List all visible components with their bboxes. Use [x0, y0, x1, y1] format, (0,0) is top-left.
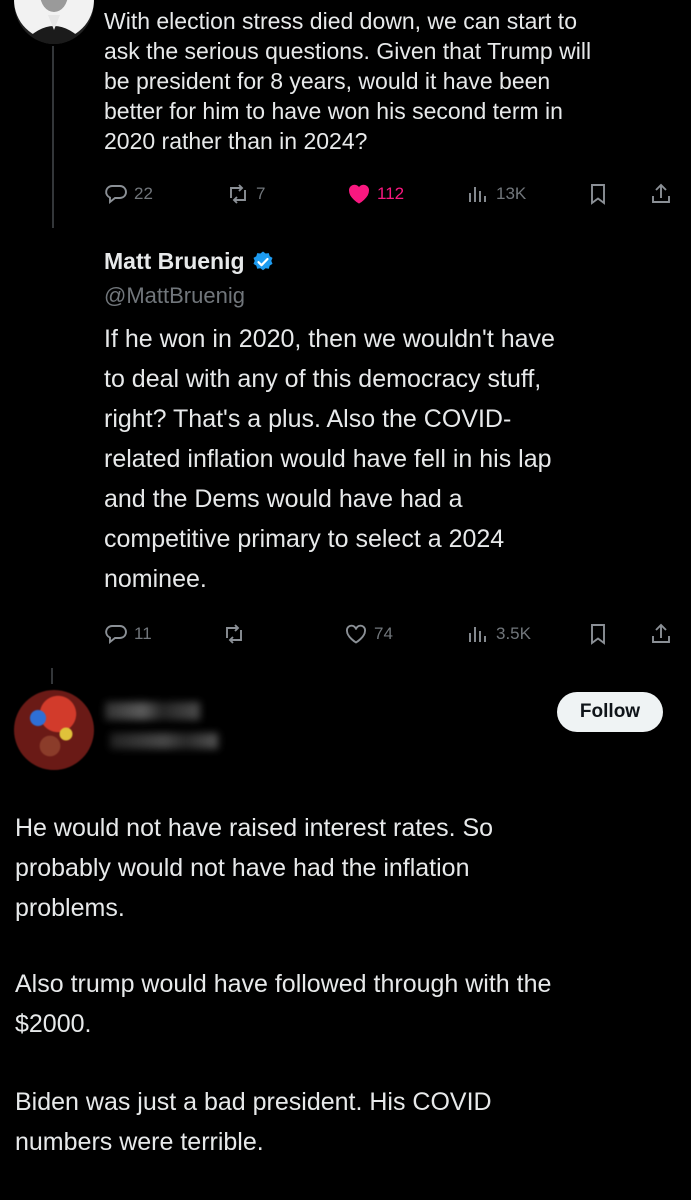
reply-icon [105, 625, 127, 644]
share-icon [652, 623, 670, 643]
avatar[interactable] [14, 0, 94, 44]
tweet-text: With election stress died down, we can s… [104, 8, 592, 154]
verified-badge-icon [253, 251, 273, 270]
views-count: 13K [496, 184, 527, 203]
post-paragraph: Also trump would have followed through w… [15, 970, 552, 1038]
like-button[interactable]: 74 [344, 620, 393, 648]
like-button[interactable]: 112 [347, 180, 404, 208]
share-button[interactable] [649, 180, 673, 208]
views-button[interactable]: 3.5K [466, 620, 531, 648]
post-paragraph: Biden was just a bad president. His COVI… [15, 1088, 492, 1156]
views-button[interactable]: 13K [466, 180, 526, 208]
redacted-handle [110, 733, 218, 749]
bookmark-icon [591, 624, 605, 645]
reply-count: 22 [134, 184, 153, 203]
post-paragraph: He would not have raised interest rates.… [15, 814, 494, 922]
like-count: 112 [377, 184, 405, 203]
views-count: 3.5K [496, 624, 531, 643]
avatar[interactable] [14, 690, 94, 770]
reply-button[interactable]: 11 [104, 620, 152, 648]
repost-button[interactable]: 7 [226, 180, 265, 208]
views-icon [469, 627, 486, 642]
thread-line [52, 46, 54, 228]
views-icon [469, 187, 486, 202]
like-count: 74 [374, 624, 393, 643]
bookmark-button[interactable] [586, 620, 610, 648]
thread-line [51, 668, 53, 684]
share-button[interactable] [649, 620, 673, 648]
tweet-text: If he won in 2020, then we wouldn't have… [104, 325, 555, 593]
author-name[interactable]: Matt Bruenig [104, 248, 245, 275]
repost-button[interactable] [222, 620, 246, 648]
bookmark-icon [591, 184, 605, 205]
heart-icon [349, 184, 369, 204]
heart-icon [346, 624, 366, 644]
reply-button[interactable]: 22 [104, 180, 153, 208]
repost-icon [226, 624, 242, 644]
author-name-row[interactable]: Matt Bruenig [104, 248, 275, 275]
follow-button[interactable]: Follow [557, 692, 663, 732]
redacted-display-name [105, 702, 200, 720]
reply-count: 11 [134, 624, 152, 643]
tweet-action-bar: 11 74 3.5K [104, 620, 676, 648]
author-handle[interactable]: @MattBruenig [104, 283, 245, 309]
tweet-action-bar: 22 7 112 13K [104, 180, 676, 208]
repost-icon [230, 184, 246, 204]
share-icon [652, 183, 670, 203]
repost-count: 7 [256, 184, 266, 203]
bookmark-button[interactable] [586, 180, 610, 208]
reply-icon [105, 185, 127, 204]
avatar-portrait [14, 0, 94, 44]
